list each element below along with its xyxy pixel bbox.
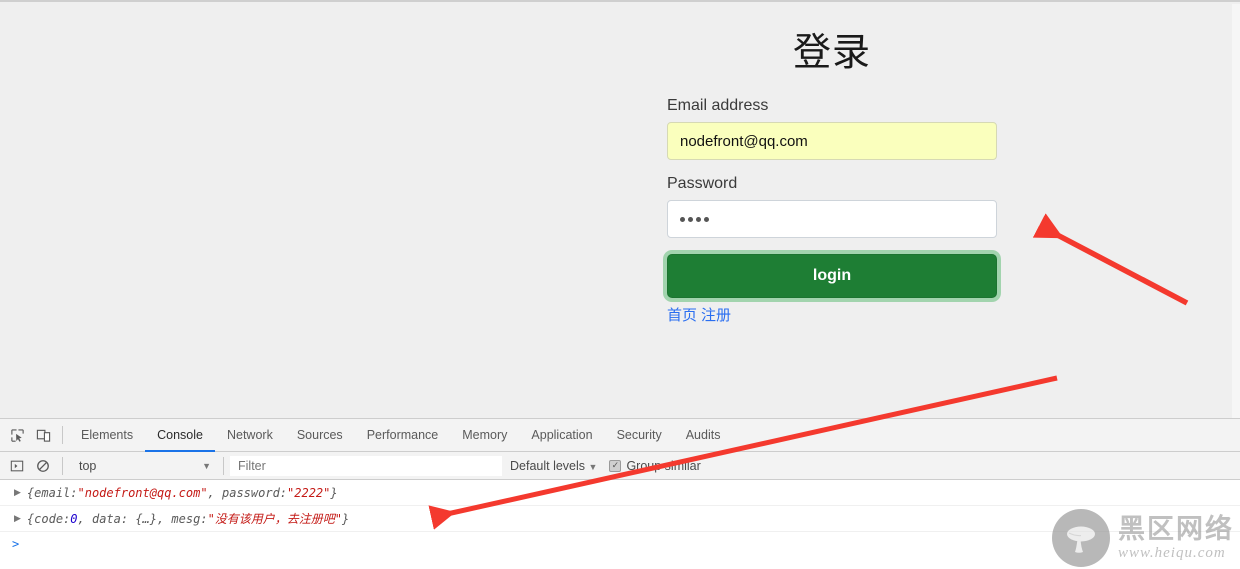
watermark: 黑区网络 www.heiqu.com [1052,509,1234,567]
expand-arrow-icon[interactable]: ▶ [14,514,21,524]
device-toolbar-icon[interactable] [30,422,56,448]
console-token: , data: {…}, mesg: [77,511,208,526]
tab-sources[interactable]: Sources [285,419,355,452]
execution-context-select[interactable]: top ▼ [69,455,217,477]
chevron-down-icon: ▼ [202,460,211,471]
group-similar-toggle[interactable]: ✓ Group similar [609,458,701,473]
watermark-site-name: 黑区网络 [1118,514,1234,544]
console-filter-bar: top ▼ Default levels ▼ ✓ Group similar [0,452,1240,480]
console-token: {email: [26,485,78,500]
toolbar-divider [62,426,63,444]
console-filter-input[interactable] [230,455,502,476]
filterbar-divider [62,456,63,475]
home-link[interactable]: 首页 [667,307,697,324]
email-input[interactable] [667,122,997,160]
password-input[interactable] [667,200,997,238]
group-similar-checkbox[interactable]: ✓ [609,459,622,472]
devtools-tabbar: Elements Console Network Sources Perform… [0,419,1240,452]
console-token: } [342,511,350,526]
console-token: "2222" [287,485,331,500]
inspect-element-icon[interactable] [4,422,30,448]
tab-audits[interactable]: Audits [674,419,733,452]
watermark-url: www.heiqu.com [1118,545,1226,561]
watermark-text: 黑区网络 www.heiqu.com [1118,514,1234,562]
execution-context-value: top [79,458,97,473]
password-dot [688,216,693,222]
console-sidebar-icon[interactable] [4,453,30,479]
filterbar-divider-2 [223,456,224,475]
clear-console-icon[interactable] [30,453,56,479]
page-title: 登录 [792,32,871,74]
console-row[interactable]: ▶ {email: "nodefront@qq.com" , password:… [0,480,1240,506]
tab-network[interactable]: Network [215,419,285,452]
mushroom-logo-icon [1052,509,1110,567]
expand-arrow-icon[interactable]: ▶ [14,488,21,498]
console-token: {code: [26,511,71,526]
register-link[interactable]: 注册 [701,307,731,324]
console-token: "没有该用户，去注册吧" [207,512,343,526]
password-dot [704,216,709,222]
console-token: } [330,485,338,500]
login-form: 登录 Email address Password login 首页注册 [667,24,997,325]
prompt-caret-icon: > [12,537,20,551]
log-levels-label: Default levels [510,458,586,473]
log-levels-select[interactable]: Default levels ▼ [510,459,597,473]
tab-security[interactable]: Security [605,419,674,452]
page-right-strip [1232,4,1240,418]
password-label: Password [667,175,738,192]
auxiliary-links: 首页 注册 [667,306,997,325]
tab-console[interactable]: Console [145,419,215,452]
email-label: Email address [667,97,769,114]
screenshot-root: 登录 Email address Password login 首页注册 [0,0,1240,569]
group-similar-label: Group similar [626,458,701,473]
tab-memory[interactable]: Memory [450,419,519,452]
password-dot [680,216,685,222]
tab-elements[interactable]: Elements [69,419,145,452]
login-button[interactable]: login [667,254,997,298]
browser-viewport: 登录 Email address Password login 首页注册 [0,0,1240,418]
console-token: "nodefront@qq.com" [77,485,208,500]
chevron-down-icon-levels: ▼ [588,461,598,472]
console-token: , password: [207,485,288,500]
tab-performance[interactable]: Performance [355,419,451,452]
tab-application[interactable]: Application [519,419,604,452]
console-token: 0 [70,511,78,526]
password-dot [696,216,701,222]
